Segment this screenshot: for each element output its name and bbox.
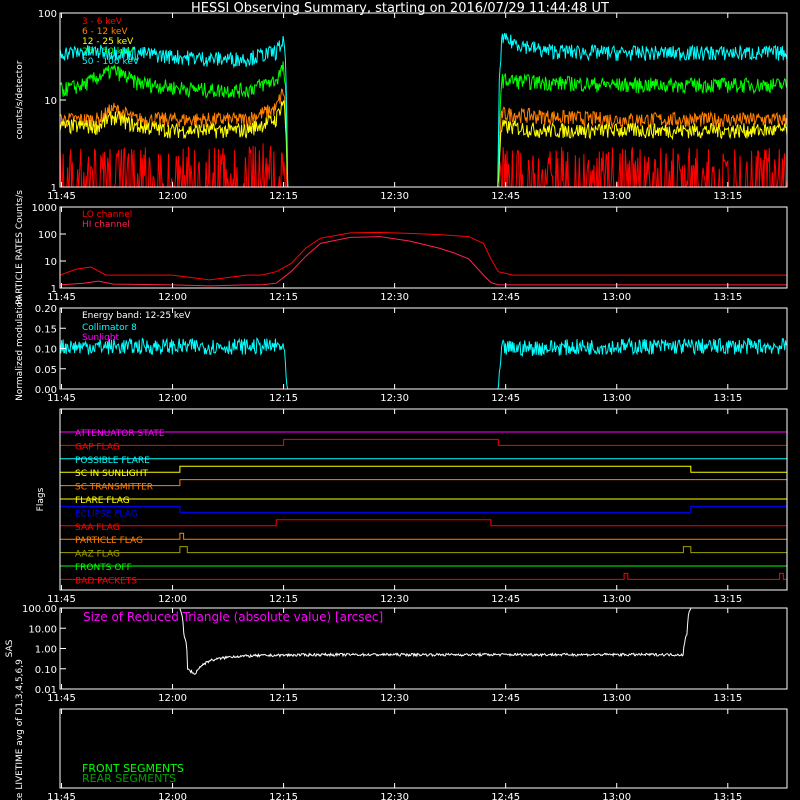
- x-tick-label: 12:45: [491, 693, 520, 704]
- x-tick-label: 12:45: [491, 792, 520, 800]
- flag-label: FRONTS OFF: [75, 563, 132, 573]
- y-axis-label: SAS: [5, 639, 15, 657]
- x-tick-label: 12:30: [380, 594, 409, 605]
- x-tick-label: 11:45: [47, 792, 76, 800]
- x-tick-label: 13:15: [713, 191, 742, 202]
- x-tick-label: 12:15: [269, 594, 298, 605]
- y-axis-label: counts/s/detector: [15, 60, 25, 139]
- y-tick-label: 1: [51, 284, 57, 295]
- x-tick-label: 12:15: [269, 393, 298, 404]
- x-tick-label: 12:45: [491, 191, 520, 202]
- flag-label: BAD PACKETS: [75, 576, 137, 586]
- legend-entry: REAR SEGMENTS: [82, 772, 176, 785]
- flag-label: POSSIBLE FLARE: [75, 456, 150, 466]
- flag-label: SAA FLAG: [75, 523, 120, 533]
- y-tick-label: 100.00: [22, 604, 57, 615]
- observing-summary-figure: HESSI Observing Summary, starting on 201…: [0, 0, 800, 800]
- x-tick-label: 12:15: [269, 693, 298, 704]
- flag-label: ATTENUATOR STATE: [75, 429, 165, 439]
- y-tick-label: 10: [44, 96, 57, 107]
- x-tick-label: 12:45: [491, 393, 520, 404]
- y-tick-label: 1000: [32, 203, 57, 214]
- y-tick-label: 100: [38, 9, 57, 20]
- y-axis-label: Mon. Rate LIVETIME avg of D1,3,4,5,6,9: [15, 659, 25, 800]
- x-tick-label: 13:15: [713, 792, 742, 800]
- y-tick-label: 0.10: [35, 665, 57, 676]
- x-tick-label: 12:15: [269, 191, 298, 202]
- panel-annotation: Energy band: 12-25 keV: [82, 311, 191, 321]
- flag-label: AAZ FLAG: [75, 550, 120, 560]
- x-tick-label: 13:15: [713, 292, 742, 303]
- flag-label: FLARE FLAG: [75, 496, 130, 506]
- flag-label: ECLIPSE FLAG: [75, 509, 138, 519]
- flag-label: SC TRANSMITTER: [75, 483, 153, 493]
- x-tick-label: 12:00: [158, 393, 187, 404]
- y-tick-label: 0.01: [35, 685, 57, 696]
- x-tick-label: 13:00: [602, 191, 631, 202]
- flag-label: GAP FLAG: [75, 442, 120, 452]
- x-tick-label: 13:00: [602, 594, 631, 605]
- y-tick-label: 1: [51, 183, 57, 194]
- legend-entry: 6 - 12 keV: [82, 27, 128, 37]
- x-tick-label: 12:00: [158, 292, 187, 303]
- x-tick-label: 12:00: [158, 191, 187, 202]
- x-tick-label: 12:15: [269, 292, 298, 303]
- flag-label: SC IN SUNLIGHT: [75, 469, 149, 479]
- x-tick-label: 13:15: [713, 594, 742, 605]
- x-tick-label: 13:00: [602, 393, 631, 404]
- legend-entry: HI channel: [82, 220, 130, 230]
- y-axis-label: Normalized modulation: [15, 296, 25, 401]
- y-tick-label: 10: [44, 257, 57, 268]
- legend-entry: 12 - 25 keV: [82, 37, 134, 47]
- x-tick-label: 12:30: [380, 393, 409, 404]
- x-tick-label: 12:45: [491, 292, 520, 303]
- x-tick-label: 13:00: [602, 792, 631, 800]
- x-tick-label: 12:00: [158, 693, 187, 704]
- y-tick-label: 0.15: [35, 324, 57, 335]
- x-tick-label: 12:30: [380, 191, 409, 202]
- panel-annotation: Size of Reduced Triangle (absolute value…: [83, 610, 383, 624]
- y-tick-label: 0.00: [35, 385, 57, 396]
- y-axis-label: Flags: [36, 487, 46, 511]
- y-tick-label: 0.20: [35, 304, 57, 315]
- legend-entry: 50 - 100 keV: [82, 57, 140, 67]
- y-tick-label: 1.00: [35, 645, 57, 656]
- y-tick-label: 0.05: [35, 365, 57, 376]
- legend-entry: Collimator 8: [82, 323, 137, 333]
- x-tick-label: 12:45: [491, 594, 520, 605]
- x-tick-label: 12:30: [380, 792, 409, 800]
- figure-title: HESSI Observing Summary, starting on 201…: [191, 1, 609, 16]
- y-tick-label: 10.00: [28, 624, 57, 635]
- x-tick-label: 12:00: [158, 594, 187, 605]
- x-tick-label: 12:30: [380, 693, 409, 704]
- x-tick-label: 13:00: [602, 693, 631, 704]
- x-tick-label: 12:00: [158, 792, 187, 800]
- y-tick-label: 0.10: [35, 345, 57, 356]
- legend-entry: 3 - 6 keV: [82, 17, 123, 27]
- y-axis-label: PARTICLE RATES Counts/s: [15, 190, 25, 305]
- legend-entry: Sunlight: [82, 333, 120, 343]
- x-tick-label: 12:15: [269, 792, 298, 800]
- legend-entry: 25 - 50 keV: [82, 47, 134, 57]
- x-tick-label: 13:15: [713, 393, 742, 404]
- x-tick-label: 12:30: [380, 292, 409, 303]
- y-tick-label: 100: [38, 230, 57, 241]
- legend-entry: LO channel: [82, 210, 132, 220]
- x-tick-label: 13:15: [713, 693, 742, 704]
- x-tick-label: 13:00: [602, 292, 631, 303]
- flag-label: PARTICLE FLAG: [75, 536, 143, 546]
